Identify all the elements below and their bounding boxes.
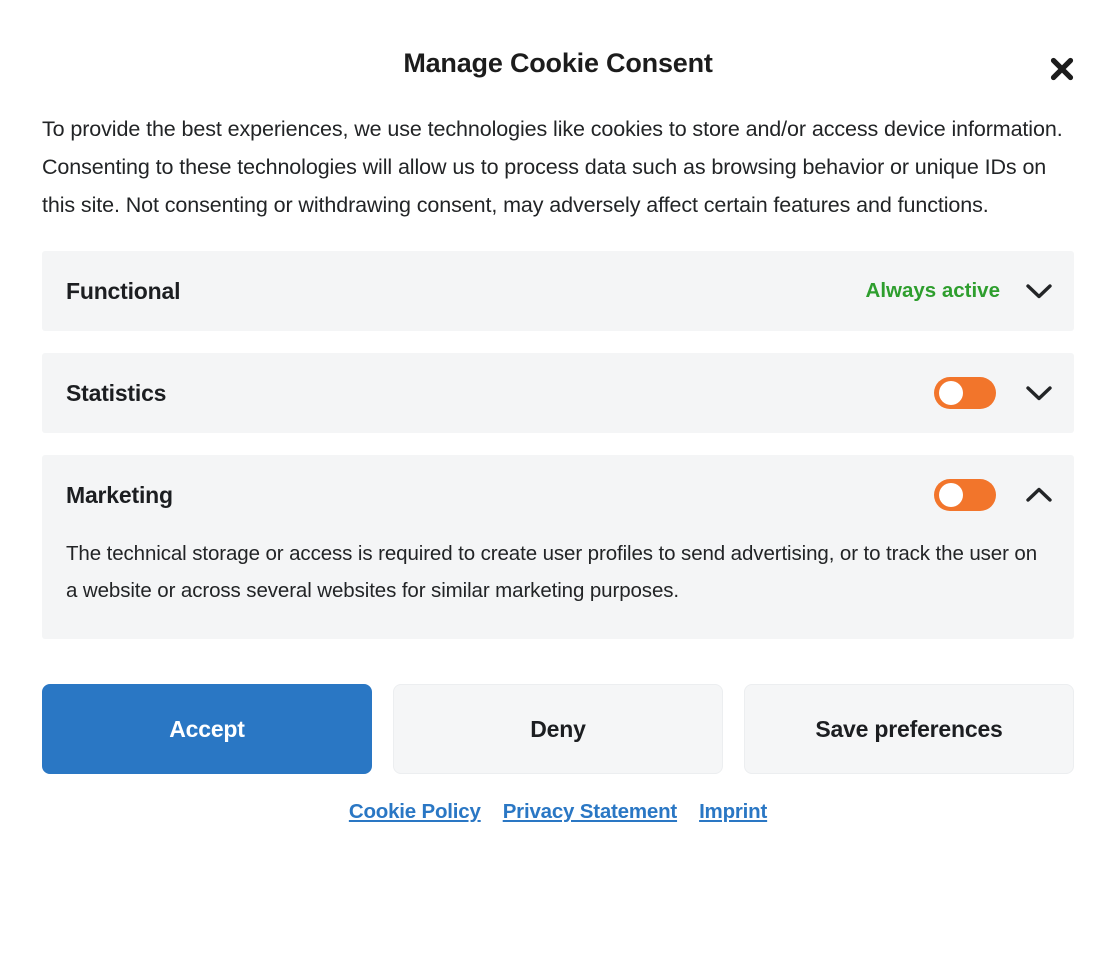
category-marketing-body: The technical storage or access is requi… (42, 535, 1074, 639)
category-statistics-label: Statistics (66, 379, 167, 406)
status-badge-always-active: Always active (865, 279, 1000, 302)
category-statistics: Statistics (42, 353, 1074, 433)
link-cookie-policy[interactable]: Cookie Policy (349, 800, 481, 824)
category-functional-toggle-expand[interactable] (1022, 274, 1056, 308)
category-marketing: Marketing The technical storage or acces… (42, 455, 1074, 639)
page-title: Manage Cookie Consent (403, 48, 713, 78)
link-privacy-statement[interactable]: Privacy Statement (503, 800, 678, 824)
category-statistics-header[interactable]: Statistics (42, 353, 1074, 433)
save-preferences-button[interactable]: Save preferences (744, 684, 1074, 774)
switch-knob (939, 483, 963, 507)
category-functional: Functional Always active (42, 251, 1074, 331)
category-functional-label: Functional (66, 277, 181, 304)
category-marketing-label: Marketing (66, 481, 173, 508)
chevron-down-icon (1024, 281, 1054, 301)
cookie-consent-dialog: Manage Cookie Consent To provide the bes… (0, 0, 1116, 958)
category-marketing-header[interactable]: Marketing (42, 455, 1074, 535)
accept-button[interactable]: Accept (42, 684, 372, 774)
footer-links: Cookie Policy Privacy Statement Imprint (0, 774, 1116, 824)
dialog-header: Manage Cookie Consent (0, 0, 1116, 110)
switch-knob (939, 381, 963, 405)
link-imprint[interactable]: Imprint (699, 800, 767, 824)
intro-paragraph: To provide the best experiences, we use … (42, 117, 1063, 217)
category-functional-header[interactable]: Functional Always active (42, 251, 1074, 331)
dialog-actions: Accept Deny Save preferences (0, 639, 1116, 774)
category-statistics-toggle-expand[interactable] (1022, 376, 1056, 410)
category-marketing-toggle-expand[interactable] (1022, 478, 1056, 512)
close-button[interactable] (1040, 47, 1084, 91)
deny-button[interactable]: Deny (393, 684, 723, 774)
close-icon (1047, 54, 1077, 84)
chevron-up-icon (1024, 485, 1054, 505)
consent-categories: Functional Always active Statistics Mark… (0, 251, 1116, 639)
category-statistics-switch[interactable] (934, 377, 996, 409)
chevron-down-icon (1024, 383, 1054, 403)
category-marketing-switch[interactable] (934, 479, 996, 511)
category-marketing-description: The technical storage or access is requi… (66, 542, 1038, 602)
